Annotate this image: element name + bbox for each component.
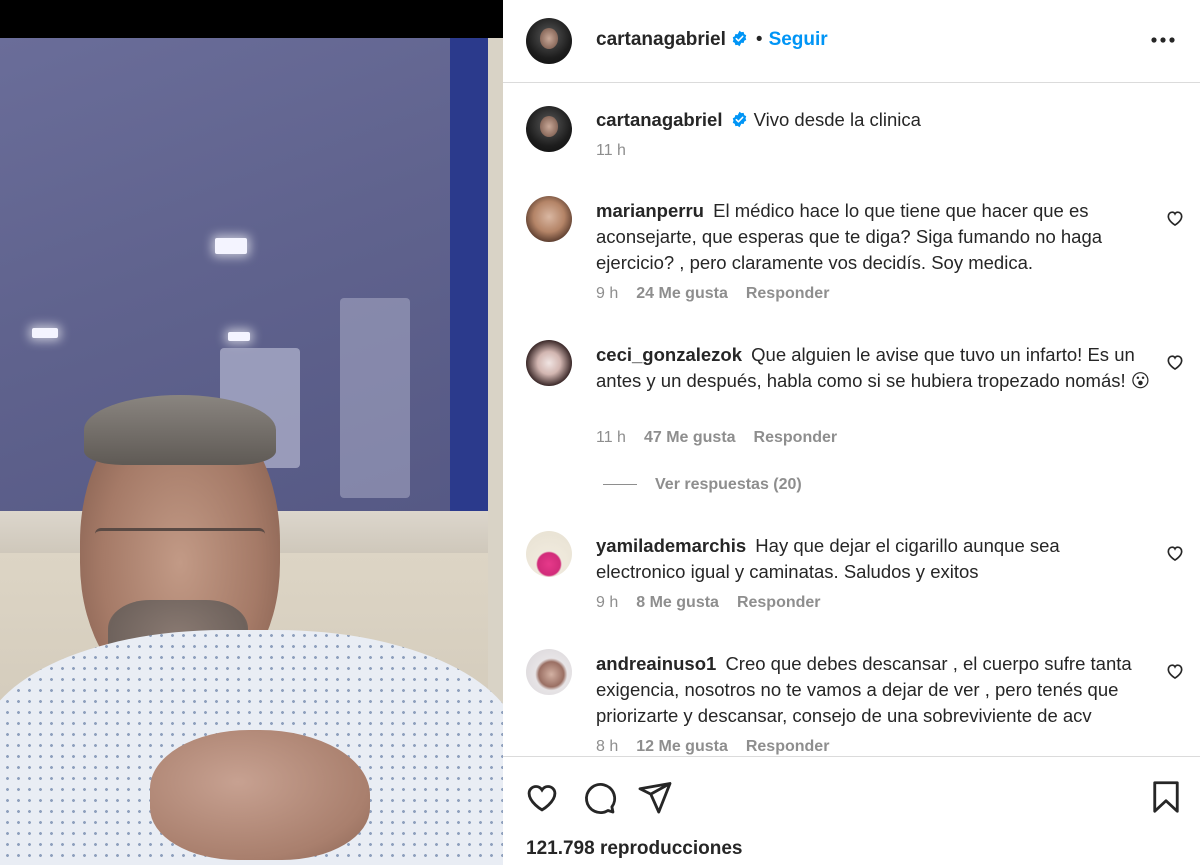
author-avatar[interactable] <box>526 106 572 152</box>
comment-username[interactable]: yamilademarchis <box>596 535 746 556</box>
caption-text: cartanagabriel Vivo desde la clinica <box>596 107 1151 133</box>
follow-button[interactable]: Seguir <box>769 29 828 50</box>
comment-username[interactable]: andreainuso1 <box>596 653 716 674</box>
comment-likes[interactable]: 8 Me gusta <box>636 594 719 611</box>
caption-timestamp: 11 h <box>596 142 626 159</box>
caption-username[interactable]: cartanagabriel <box>596 109 722 130</box>
comment-timestamp: 11 h <box>596 429 626 446</box>
author-avatar[interactable] <box>526 18 572 64</box>
heart-icon[interactable] <box>1165 543 1185 563</box>
comment-likes[interactable]: 12 Me gusta <box>636 738 728 755</box>
verified-badge-icon <box>732 30 747 47</box>
commenter-avatar[interactable] <box>526 340 572 386</box>
comments-list[interactable]: cartanagabriel Vivo desde la clinica 11 … <box>503 84 1200 756</box>
comment-meta: 9 h 8 Me gusta Responder <box>596 594 839 612</box>
replies-divider-line <box>603 484 637 486</box>
comment-text: ceci_gonzalezok Que alguien le avise que… <box>596 342 1151 394</box>
like-heart-icon[interactable] <box>524 779 560 815</box>
share-icon[interactable] <box>637 779 673 815</box>
heart-icon[interactable] <box>1165 208 1185 228</box>
comment-text: yamilademarchis Hay que dejar el cigaril… <box>596 533 1151 585</box>
comment-username[interactable]: ceci_gonzalezok <box>596 344 742 365</box>
commenter-avatar[interactable] <box>526 196 572 242</box>
comment-timestamp: 9 h <box>596 594 619 611</box>
reply-button[interactable]: Responder <box>737 594 821 611</box>
post-video[interactable] <box>0 0 503 865</box>
post-header: cartanagabriel • Seguir <box>503 0 1200 83</box>
video-letterbox-bar <box>0 0 503 38</box>
comment-timestamp: 9 h <box>596 285 619 302</box>
post-side-panel: cartanagabriel • Seguir cartanagabriel Viv… <box>503 0 1200 865</box>
more-options-icon[interactable] <box>1148 28 1178 52</box>
caption-meta: 11 h <box>596 142 644 160</box>
heart-icon[interactable] <box>1165 661 1185 681</box>
post-actions-bar: 121.798 reproducciones <box>503 756 1200 865</box>
author-username[interactable]: cartanagabriel <box>596 29 726 50</box>
caption-body: Vivo desde la clinica <box>753 109 921 130</box>
commenter-avatar[interactable] <box>526 649 572 695</box>
comment-timestamp: 8 h <box>596 738 619 755</box>
view-replies-button[interactable]: Ver respuestas (20) <box>603 476 802 494</box>
comment-username[interactable]: marianperru <box>596 200 704 221</box>
window-frame <box>450 38 490 528</box>
comment-meta: 9 h 24 Me gusta Responder <box>596 285 847 303</box>
eyeglasses <box>95 528 265 568</box>
commenter-avatar[interactable] <box>526 531 572 577</box>
reply-button[interactable]: Responder <box>754 429 838 446</box>
comment-text: marianperru El médico hace lo que tiene … <box>596 198 1151 276</box>
view-replies-label: Ver respuestas (20) <box>655 476 802 493</box>
comment-meta: 11 h 47 Me gusta Responder <box>596 429 855 447</box>
reply-button[interactable]: Responder <box>746 285 830 302</box>
person-hair <box>84 395 276 465</box>
author-line: cartanagabriel • Seguir <box>596 29 828 51</box>
comment-likes[interactable]: 47 Me gusta <box>644 429 736 446</box>
view-count[interactable]: 121.798 reproducciones <box>526 838 743 860</box>
ceiling-light <box>228 332 250 341</box>
ceiling-light <box>32 328 58 338</box>
comment-meta: 8 h 12 Me gusta Responder <box>596 738 847 756</box>
person-hand <box>150 730 370 860</box>
comment-text: andreainuso1 Creo que debes descansar , … <box>596 651 1151 729</box>
comment-icon[interactable] <box>581 779 617 815</box>
verified-badge-icon <box>733 111 747 128</box>
bookmark-icon[interactable] <box>1148 779 1184 815</box>
comment-likes[interactable]: 24 Me gusta <box>636 285 728 302</box>
ceiling-light <box>215 238 247 254</box>
heart-icon[interactable] <box>1165 352 1185 372</box>
medical-equipment <box>340 298 410 498</box>
reply-button[interactable]: Responder <box>746 738 830 755</box>
separator-dot: • <box>755 29 763 50</box>
